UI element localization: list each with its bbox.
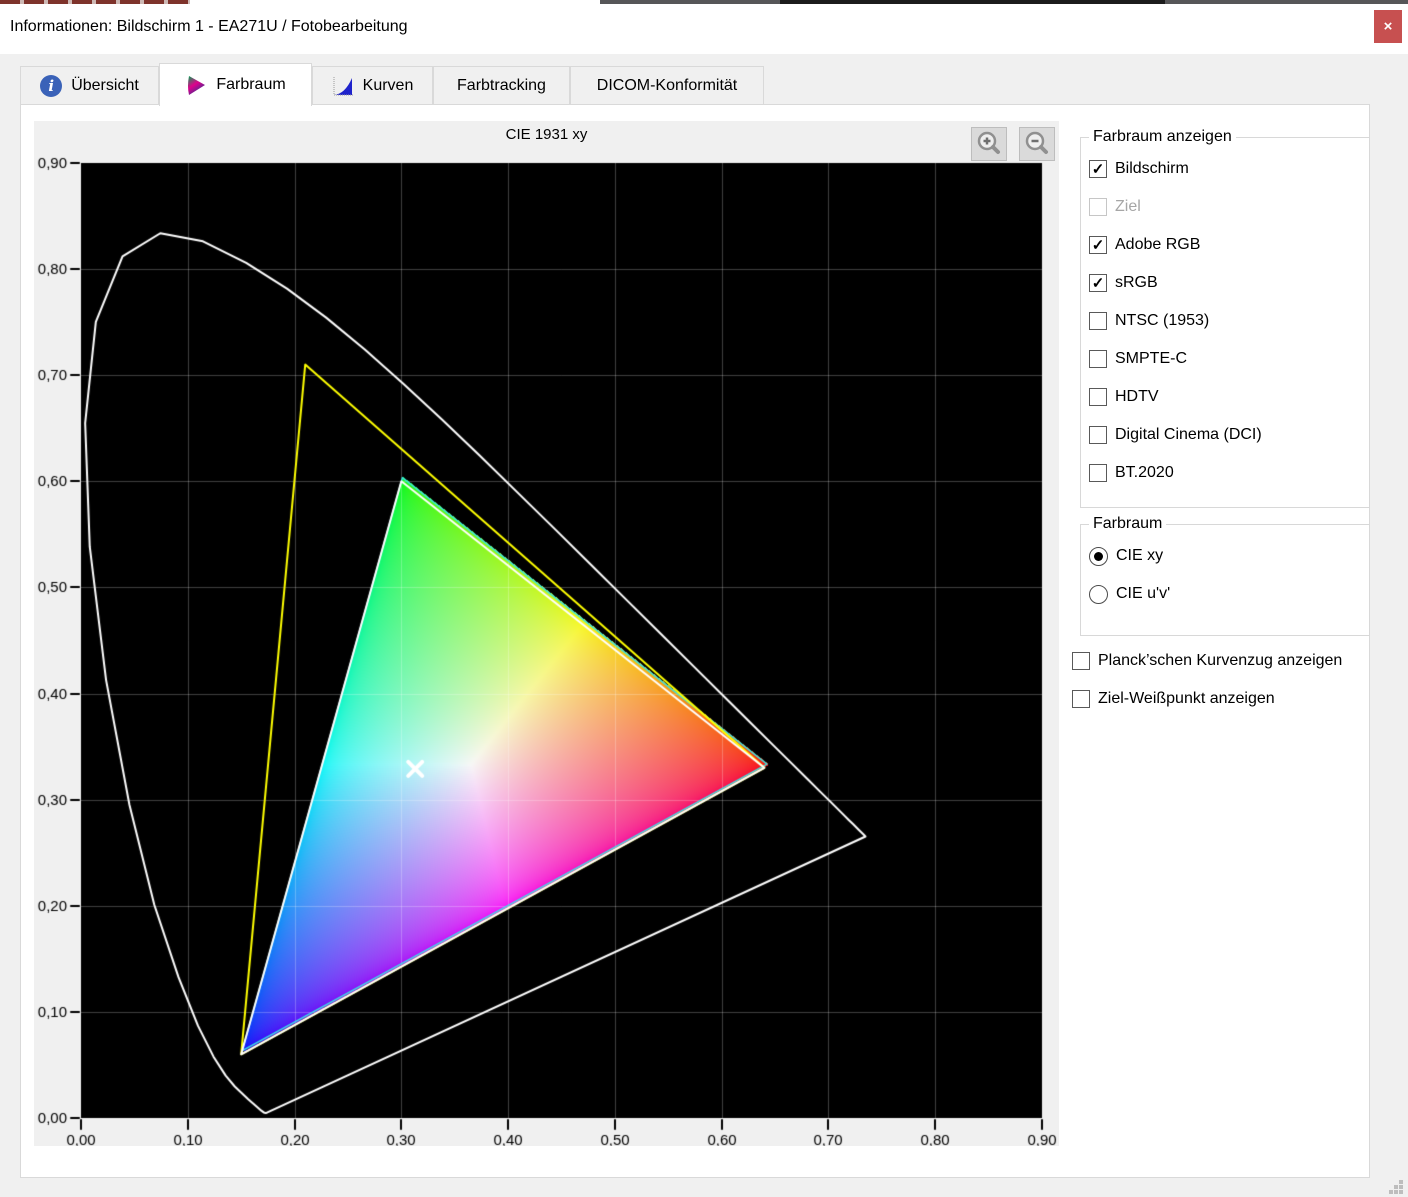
checkmark-icon: ✓ [1092,162,1105,177]
checkbox-label: HDTV [1115,388,1159,406]
checkbox-srgb[interactable]: ✓ [1089,274,1107,292]
checkbox-row-ziel-weisspunkt[interactable]: ✓ Ziel-Weißpunkt anzeigen [1070,688,1342,710]
checkbox-row-digital-cinema[interactable]: ✓ Digital Cinema (DCI) [1087,416,1369,454]
checkbox-label: Ziel-Weißpunkt anzeigen [1098,690,1275,708]
checkbox-row-bt2020[interactable]: ✓ BT.2020 [1087,454,1369,492]
tab-label: Farbtracking [457,77,546,95]
close-icon: × [1384,18,1393,35]
checkbox-ntsc[interactable]: ✓ [1089,312,1107,330]
radio-row-cie-uv[interactable]: CIE u'v' [1087,575,1369,613]
checkbox-row-srgb[interactable]: ✓ sRGB [1087,264,1369,302]
tab-kurven[interactable]: Kurven [312,66,433,105]
checkbox-digital-cinema[interactable]: ✓ [1089,426,1107,444]
curve-icon [332,75,354,96]
radio-label: CIE xy [1116,547,1163,565]
checkbox-row-hdtv[interactable]: ✓ HDTV [1087,378,1369,416]
close-button[interactable]: × [1374,10,1402,43]
checkbox-row-smpte-c[interactable]: ✓ SMPTE-C [1087,340,1369,378]
tab-label: Übersicht [71,77,139,95]
checkbox-label: sRGB [1115,274,1158,292]
checkbox-ziel-weisspunkt[interactable]: ✓ [1072,690,1090,708]
checkbox-bildschirm[interactable]: ✓ [1089,160,1107,178]
checkbox-label: Digital Cinema (DCI) [1115,426,1262,444]
tab-page-farbraum: CIE 1931 xy Farbraum anzeigen [20,104,1370,1178]
checkbox-row-ntsc[interactable]: ✓ NTSC (1953) [1087,302,1369,340]
group-title: Farbraum anzeigen [1089,128,1236,146]
checkbox-label: NTSC (1953) [1115,312,1209,330]
checkbox-row-planck[interactable]: ✓ Planck’schen Kurvenzug anzeigen [1070,650,1342,672]
magnifier-minus-icon [1022,130,1052,158]
group-title: Farbraum [1089,515,1166,533]
tab-uebersicht[interactable]: i Übersicht [20,66,159,105]
cie-chart-panel: CIE 1931 xy [34,121,1059,1146]
zoom-out-button[interactable] [1019,127,1055,161]
title-bar: Informationen: Bildschirm 1 - EA271U / F… [0,4,1408,54]
tab-farbtracking[interactable]: Farbtracking [433,66,570,105]
radio-cie-xy[interactable] [1089,547,1108,566]
checkbox-hdtv[interactable]: ✓ [1089,388,1107,406]
checkbox-label: Bildschirm [1115,160,1189,178]
window-title: Informationen: Bildschirm 1 - EA271U / F… [10,4,408,50]
gamut-icon [185,74,207,96]
tab-dicom-konformitaet[interactable]: DICOM-Konformität [570,66,764,105]
tab-label: Kurven [363,77,414,95]
checkbox-bt2020[interactable]: ✓ [1089,464,1107,482]
checkbox-smpte-c[interactable]: ✓ [1089,350,1107,368]
checkbox-planck[interactable]: ✓ [1072,652,1090,670]
checkbox-row-bildschirm[interactable]: ✓ Bildschirm [1087,150,1369,188]
radio-cie-uv[interactable] [1089,585,1108,604]
checkbox-row-ziel: ✓ Ziel [1087,188,1369,226]
application-window: Informationen: Bildschirm 1 - EA271U / F… [0,0,1408,1197]
magnifier-plus-icon [974,130,1004,158]
checkbox-label: Ziel [1115,198,1141,216]
radio-dot [1094,552,1103,561]
extra-options: ✓ Planck’schen Kurvenzug anzeigen ✓ Ziel… [1070,650,1342,726]
radio-row-cie-xy[interactable]: CIE xy [1087,537,1369,575]
checkbox-label: SMPTE-C [1115,350,1187,368]
farbraum-group: Farbraum CIE xy CIE u'v' [1080,515,1370,636]
info-icon: i [40,75,62,97]
checkbox-label: Adobe RGB [1115,236,1200,254]
checkmark-icon: ✓ [1092,238,1105,253]
cie-1931-diagram [34,121,1059,1146]
tab-label: DICOM-Konformität [597,77,737,95]
zoom-in-button[interactable] [971,127,1007,161]
tab-label: Farbraum [216,76,285,94]
checkbox-label: Planck’schen Kurvenzug anzeigen [1098,652,1342,670]
tab-farbraum[interactable]: Farbraum [159,63,312,106]
checkbox-label: BT.2020 [1115,464,1174,482]
checkbox-ziel: ✓ [1089,198,1107,216]
checkmark-icon: ✓ [1092,276,1105,291]
chart-title: CIE 1931 xy [34,126,1059,143]
resize-grip[interactable] [1389,1180,1404,1195]
checkbox-row-adobe-rgb[interactable]: ✓ Adobe RGB [1087,226,1369,264]
farbraum-anzeigen-group: Farbraum anzeigen ✓ Bildschirm ✓ Ziel ✓ … [1080,128,1370,508]
checkbox-adobe-rgb[interactable]: ✓ [1089,236,1107,254]
radio-label: CIE u'v' [1116,585,1170,603]
